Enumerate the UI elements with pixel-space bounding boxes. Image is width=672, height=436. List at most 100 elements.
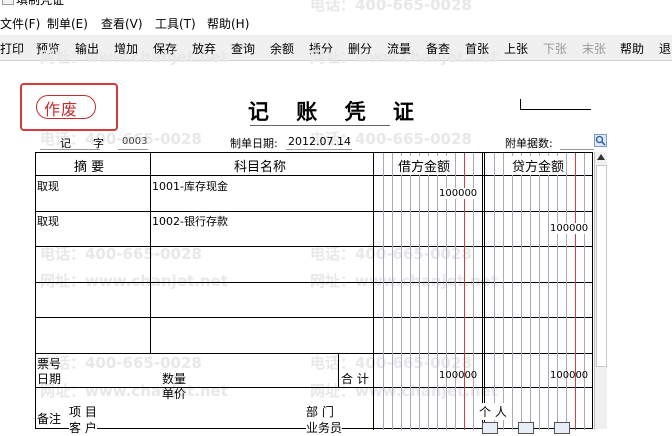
print-button[interactable]: 打印 xyxy=(0,40,24,57)
total-label: 合 计 xyxy=(341,372,369,386)
digit-line xyxy=(539,153,540,430)
voucher-type-field[interactable]: 记 xyxy=(40,136,100,150)
voucher-number: 0003 xyxy=(122,136,148,147)
customer-label: 客 户 xyxy=(69,419,97,436)
header-credit: 贷方金额 xyxy=(510,156,567,175)
digit-line xyxy=(557,153,558,430)
ticket-date-label: 日期 xyxy=(37,372,62,386)
col-divider xyxy=(150,153,151,353)
digit-line xyxy=(392,153,393,430)
digit-line xyxy=(566,153,567,430)
digit-line xyxy=(584,153,585,430)
exit-button[interactable]: 退 xyxy=(659,40,671,57)
help-button[interactable]: 帮助 xyxy=(620,40,644,57)
digit-line xyxy=(494,153,495,430)
insert-entry-button[interactable]: 插分 xyxy=(309,40,333,57)
voucher-mark-box xyxy=(520,99,591,110)
col-divider xyxy=(338,353,339,387)
title-bar: 填制凭证 xyxy=(0,0,672,9)
date-label: 制单日期: xyxy=(230,137,278,150)
digit-line xyxy=(419,153,420,430)
delete-entry-button[interactable]: 删分 xyxy=(348,40,372,57)
digit-line xyxy=(428,153,429,430)
digit-line xyxy=(410,153,411,430)
attachments-label: 附单据数: xyxy=(505,137,553,150)
header-account: 科目名称 xyxy=(234,160,287,175)
digit-line xyxy=(521,153,522,430)
header-debit: 借方金额 xyxy=(396,156,453,175)
unit-price-label: 单价 xyxy=(162,387,187,401)
scroll-thumb[interactable] xyxy=(596,165,607,367)
row-divider xyxy=(36,353,592,354)
total-debit: 100000 xyxy=(439,370,478,381)
last-button[interactable]: 末张 xyxy=(582,40,606,57)
remark-icon[interactable] xyxy=(554,422,570,434)
export-button[interactable]: 输出 xyxy=(75,40,99,57)
voucher-title: 记 账 凭 证 xyxy=(248,99,424,124)
row-divider xyxy=(36,211,592,212)
header-summary: 摘 要 xyxy=(74,160,105,175)
vertical-scrollbar[interactable] xyxy=(594,152,607,429)
menu-help[interactable]: 帮助(H) xyxy=(207,15,249,32)
void-stamp: 作废 xyxy=(20,83,118,131)
toolbar: 打印 预览 输出 增加 保存 放弃 查询 余额 插分 删分 流量 备查 首张 上… xyxy=(0,35,672,61)
digit-line xyxy=(530,153,531,430)
previous-button[interactable]: 上张 xyxy=(504,40,528,57)
row2-credit[interactable]: 100000 xyxy=(550,223,589,234)
menu-view[interactable]: 查看(V) xyxy=(101,15,143,32)
preview-button[interactable]: 预览 xyxy=(36,40,60,57)
remark-icon[interactable] xyxy=(518,422,534,434)
row1-account[interactable]: 1001-库存现金 xyxy=(152,178,228,194)
next-button[interactable]: 下张 xyxy=(543,40,567,57)
first-button[interactable]: 首张 xyxy=(465,40,489,57)
date-field[interactable]: 2012.07.14 xyxy=(286,135,352,150)
row1-debit[interactable]: 100000 xyxy=(439,188,478,199)
menu-file[interactable]: 文件(F) xyxy=(0,15,40,32)
col-divider xyxy=(373,153,374,430)
digit-line xyxy=(512,153,513,430)
remarks-label: 备注 xyxy=(37,410,62,427)
query-button[interactable]: 查询 xyxy=(231,40,255,57)
memo-button[interactable]: 备查 xyxy=(426,40,450,57)
add-button[interactable]: 增加 xyxy=(114,40,138,57)
title-underline xyxy=(250,125,390,126)
row2-account[interactable]: 1002-银行存款 xyxy=(152,213,228,229)
menu-bar: 文件(F) 制单(E) 查看(V) 工具(T) 帮助(H) xyxy=(0,13,672,33)
voucher-number-field[interactable]: 0003 xyxy=(118,136,148,150)
menu-voucher[interactable]: 制单(E) xyxy=(47,15,88,32)
project-label: 项 目 xyxy=(69,403,97,420)
voucher-zi-label: 字 xyxy=(93,137,104,150)
remark-icon[interactable] xyxy=(482,422,498,434)
digit-line xyxy=(401,153,402,430)
digit-line xyxy=(383,153,384,430)
col-divider xyxy=(484,153,485,430)
row-divider xyxy=(36,175,592,176)
row-divider xyxy=(36,387,592,388)
digit-line xyxy=(548,153,549,430)
balance-button[interactable]: 余额 xyxy=(270,40,294,57)
department-label: 部 门 xyxy=(306,403,334,420)
scroll-up-icon[interactable] xyxy=(597,154,605,160)
person-label: 个 人 xyxy=(479,403,507,420)
row2-summary[interactable]: 取现 xyxy=(37,213,59,229)
void-stamp-text: 作废 xyxy=(44,100,79,119)
cash-flow-button[interactable]: 流量 xyxy=(387,40,411,57)
voucher-date: 2012.07.14 xyxy=(288,135,351,148)
menu-tools[interactable]: 工具(T) xyxy=(155,15,196,32)
discard-button[interactable]: 放弃 xyxy=(192,40,216,57)
voucher-entry-table: 摘 要 科目名称 借方金额 贷方金额 取现 1001-库存现金 100000 取… xyxy=(35,152,593,436)
digit-line xyxy=(437,153,438,430)
digit-line xyxy=(503,153,504,430)
total-credit: 100000 xyxy=(550,370,589,381)
app-icon xyxy=(2,0,14,5)
row-divider xyxy=(36,246,592,247)
save-button[interactable]: 保存 xyxy=(153,40,177,57)
voucher-type: 记 xyxy=(60,137,71,150)
salesperson-label: 业务员 xyxy=(306,419,343,436)
attachments-field[interactable] xyxy=(560,136,594,150)
decimal-line xyxy=(575,153,576,430)
row-divider xyxy=(36,317,592,318)
window-title: 填制凭证 xyxy=(16,0,65,7)
row1-summary[interactable]: 取现 xyxy=(37,178,59,194)
search-icon[interactable] xyxy=(594,134,607,147)
